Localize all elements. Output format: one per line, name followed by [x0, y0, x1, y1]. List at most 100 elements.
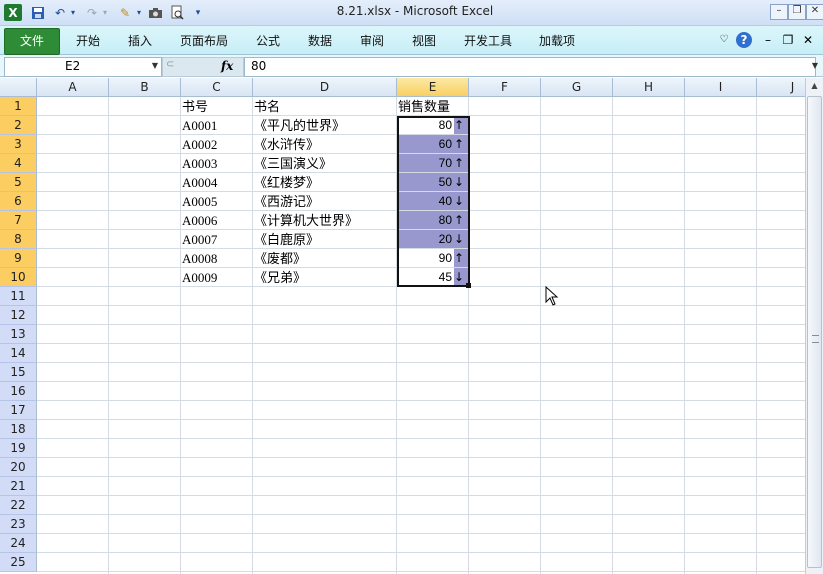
- column-header-d[interactable]: D: [253, 78, 397, 97]
- cell-book-id[interactable]: A0009: [182, 268, 252, 287]
- row-header-13[interactable]: 13: [0, 325, 37, 344]
- cell-book-id[interactable]: A0007: [182, 230, 252, 249]
- tab-page-layout[interactable]: 页面布局: [174, 31, 234, 51]
- row-header-14[interactable]: 14: [0, 344, 37, 363]
- tab-developer[interactable]: 开发工具: [458, 31, 518, 51]
- name-box[interactable]: E2 ▼: [4, 57, 162, 77]
- scroll-up-icon[interactable]: ▲: [807, 78, 822, 93]
- undo-icon[interactable]: ↶: [52, 4, 68, 21]
- select-all-corner[interactable]: [0, 78, 37, 97]
- row-header-16[interactable]: 16: [0, 382, 37, 401]
- row-header-25[interactable]: 25: [0, 553, 37, 572]
- cell-book-id[interactable]: A0008: [182, 249, 252, 268]
- row-header-7[interactable]: 7: [0, 211, 37, 230]
- cell-book-id[interactable]: A0002: [182, 135, 252, 154]
- camera-icon[interactable]: [146, 4, 164, 21]
- row-header-4[interactable]: 4: [0, 154, 37, 173]
- scrollbar-thumb[interactable]: [807, 96, 822, 568]
- format-painter-dropdown-icon[interactable]: ▾: [134, 4, 144, 21]
- tab-review[interactable]: 审阅: [352, 31, 392, 51]
- tab-home[interactable]: 开始: [68, 31, 108, 51]
- save-icon[interactable]: [30, 4, 46, 21]
- cell-book-id[interactable]: A0004: [182, 173, 252, 192]
- close-workbook-icon[interactable]: ✕: [800, 32, 816, 48]
- row-header-1[interactable]: 1: [0, 97, 37, 116]
- tab-view[interactable]: 视图: [404, 31, 444, 51]
- redo-dropdown-icon[interactable]: ▾: [100, 4, 110, 21]
- column-header-g[interactable]: G: [541, 78, 613, 97]
- cell-book-name[interactable]: 《水浒传》: [254, 135, 396, 154]
- restore-workbook-icon[interactable]: ❐: [780, 32, 796, 48]
- row-header-10[interactable]: 10: [0, 268, 37, 287]
- minimize-ribbon-icon[interactable]: –: [760, 32, 776, 48]
- cell-e1-header[interactable]: 销售数量: [398, 97, 468, 116]
- cell-d1-header[interactable]: 书名: [254, 97, 396, 116]
- row-header-20[interactable]: 20: [0, 458, 37, 477]
- row-header-11[interactable]: 11: [0, 287, 37, 306]
- row-header-17[interactable]: 17: [0, 401, 37, 420]
- excel-icon[interactable]: X: [4, 4, 22, 21]
- cell-book-id[interactable]: A0006: [182, 211, 252, 230]
- row-header-18[interactable]: 18: [0, 420, 37, 439]
- undo-dropdown-icon[interactable]: ▾: [68, 4, 78, 21]
- row-header-15[interactable]: 15: [0, 363, 37, 382]
- cell-book-id[interactable]: A0001: [182, 116, 252, 135]
- heart-icon[interactable]: ♡: [716, 32, 732, 48]
- tab-add-ins[interactable]: 加载项: [532, 31, 582, 51]
- customize-icon[interactable]: ▾: [192, 4, 204, 21]
- cell-book-name[interactable]: 《废都》: [254, 249, 396, 268]
- cell-book-name[interactable]: 《兄弟》: [254, 268, 396, 287]
- close-icon[interactable]: ✕: [806, 4, 823, 20]
- cell-book-name[interactable]: 《红楼梦》: [254, 173, 396, 192]
- formula-input[interactable]: 80: [244, 57, 816, 77]
- fill-handle[interactable]: [466, 283, 471, 288]
- column-header-b[interactable]: B: [109, 78, 181, 97]
- grip-icon: [812, 335, 819, 343]
- vertical-scrollbar[interactable]: ▲: [805, 78, 823, 574]
- help-icon[interactable]: ?: [736, 32, 752, 48]
- column-header-i[interactable]: I: [685, 78, 757, 97]
- insert-function-icon[interactable]: fx: [221, 59, 233, 73]
- row-header-24[interactable]: 24: [0, 534, 37, 553]
- spreadsheet-grid[interactable]: ABCDEFGHIJ 1 2 3 4 5 6 7 8 9 10 11 12 13 14 15 16 17 18 19…: [0, 78, 805, 574]
- column-header-h[interactable]: H: [613, 78, 685, 97]
- tab-data[interactable]: 数据: [300, 31, 340, 51]
- row-header-2[interactable]: 2: [0, 116, 37, 135]
- column-header-a[interactable]: A: [37, 78, 109, 97]
- row-header-8[interactable]: 8: [0, 230, 37, 249]
- tab-insert[interactable]: 插入: [120, 31, 160, 51]
- print-preview-icon[interactable]: [168, 4, 186, 21]
- column-header-j[interactable]: J: [757, 78, 805, 97]
- expand-formula-icon[interactable]: ▼: [809, 57, 821, 75]
- minimize-icon[interactable]: –: [770, 4, 788, 20]
- column-header-c[interactable]: C: [181, 78, 253, 97]
- restore-icon[interactable]: ❐: [788, 4, 806, 20]
- cell-book-name[interactable]: 《西游记》: [254, 192, 396, 211]
- gridline-horizontal: [37, 419, 805, 420]
- cell-book-name[interactable]: 《计算机大世界》: [254, 211, 396, 230]
- row-header-22[interactable]: 22: [0, 496, 37, 515]
- column-header-f[interactable]: F: [469, 78, 541, 97]
- cell-book-name[interactable]: 《三国演义》: [254, 154, 396, 173]
- gridline-horizontal: [37, 324, 805, 325]
- redo-icon[interactable]: ↷: [84, 4, 100, 21]
- tab-formulas[interactable]: 公式: [248, 31, 288, 51]
- row-header-6[interactable]: 6: [0, 192, 37, 211]
- row-header-3[interactable]: 3: [0, 135, 37, 154]
- cell-c1-header[interactable]: 书号: [182, 97, 252, 116]
- cell-book-name[interactable]: 《平凡的世界》: [254, 116, 396, 135]
- row-header-19[interactable]: 19: [0, 439, 37, 458]
- row-header-9[interactable]: 9: [0, 249, 37, 268]
- column-header-e[interactable]: E: [397, 78, 469, 97]
- format-painter-icon[interactable]: ✎: [116, 4, 134, 21]
- row-header-5[interactable]: 5: [0, 173, 37, 192]
- row-header-21[interactable]: 21: [0, 477, 37, 496]
- cell-book-id[interactable]: A0003: [182, 154, 252, 173]
- row-header-23[interactable]: 23: [0, 515, 37, 534]
- expand-name-icon[interactable]: ⊂: [166, 59, 174, 70]
- row-header-12[interactable]: 12: [0, 306, 37, 325]
- chevron-down-icon[interactable]: ▼: [152, 58, 158, 74]
- tab-file[interactable]: 文件: [4, 28, 60, 55]
- cell-book-name[interactable]: 《白鹿原》: [254, 230, 396, 249]
- cell-book-id[interactable]: A0005: [182, 192, 252, 211]
